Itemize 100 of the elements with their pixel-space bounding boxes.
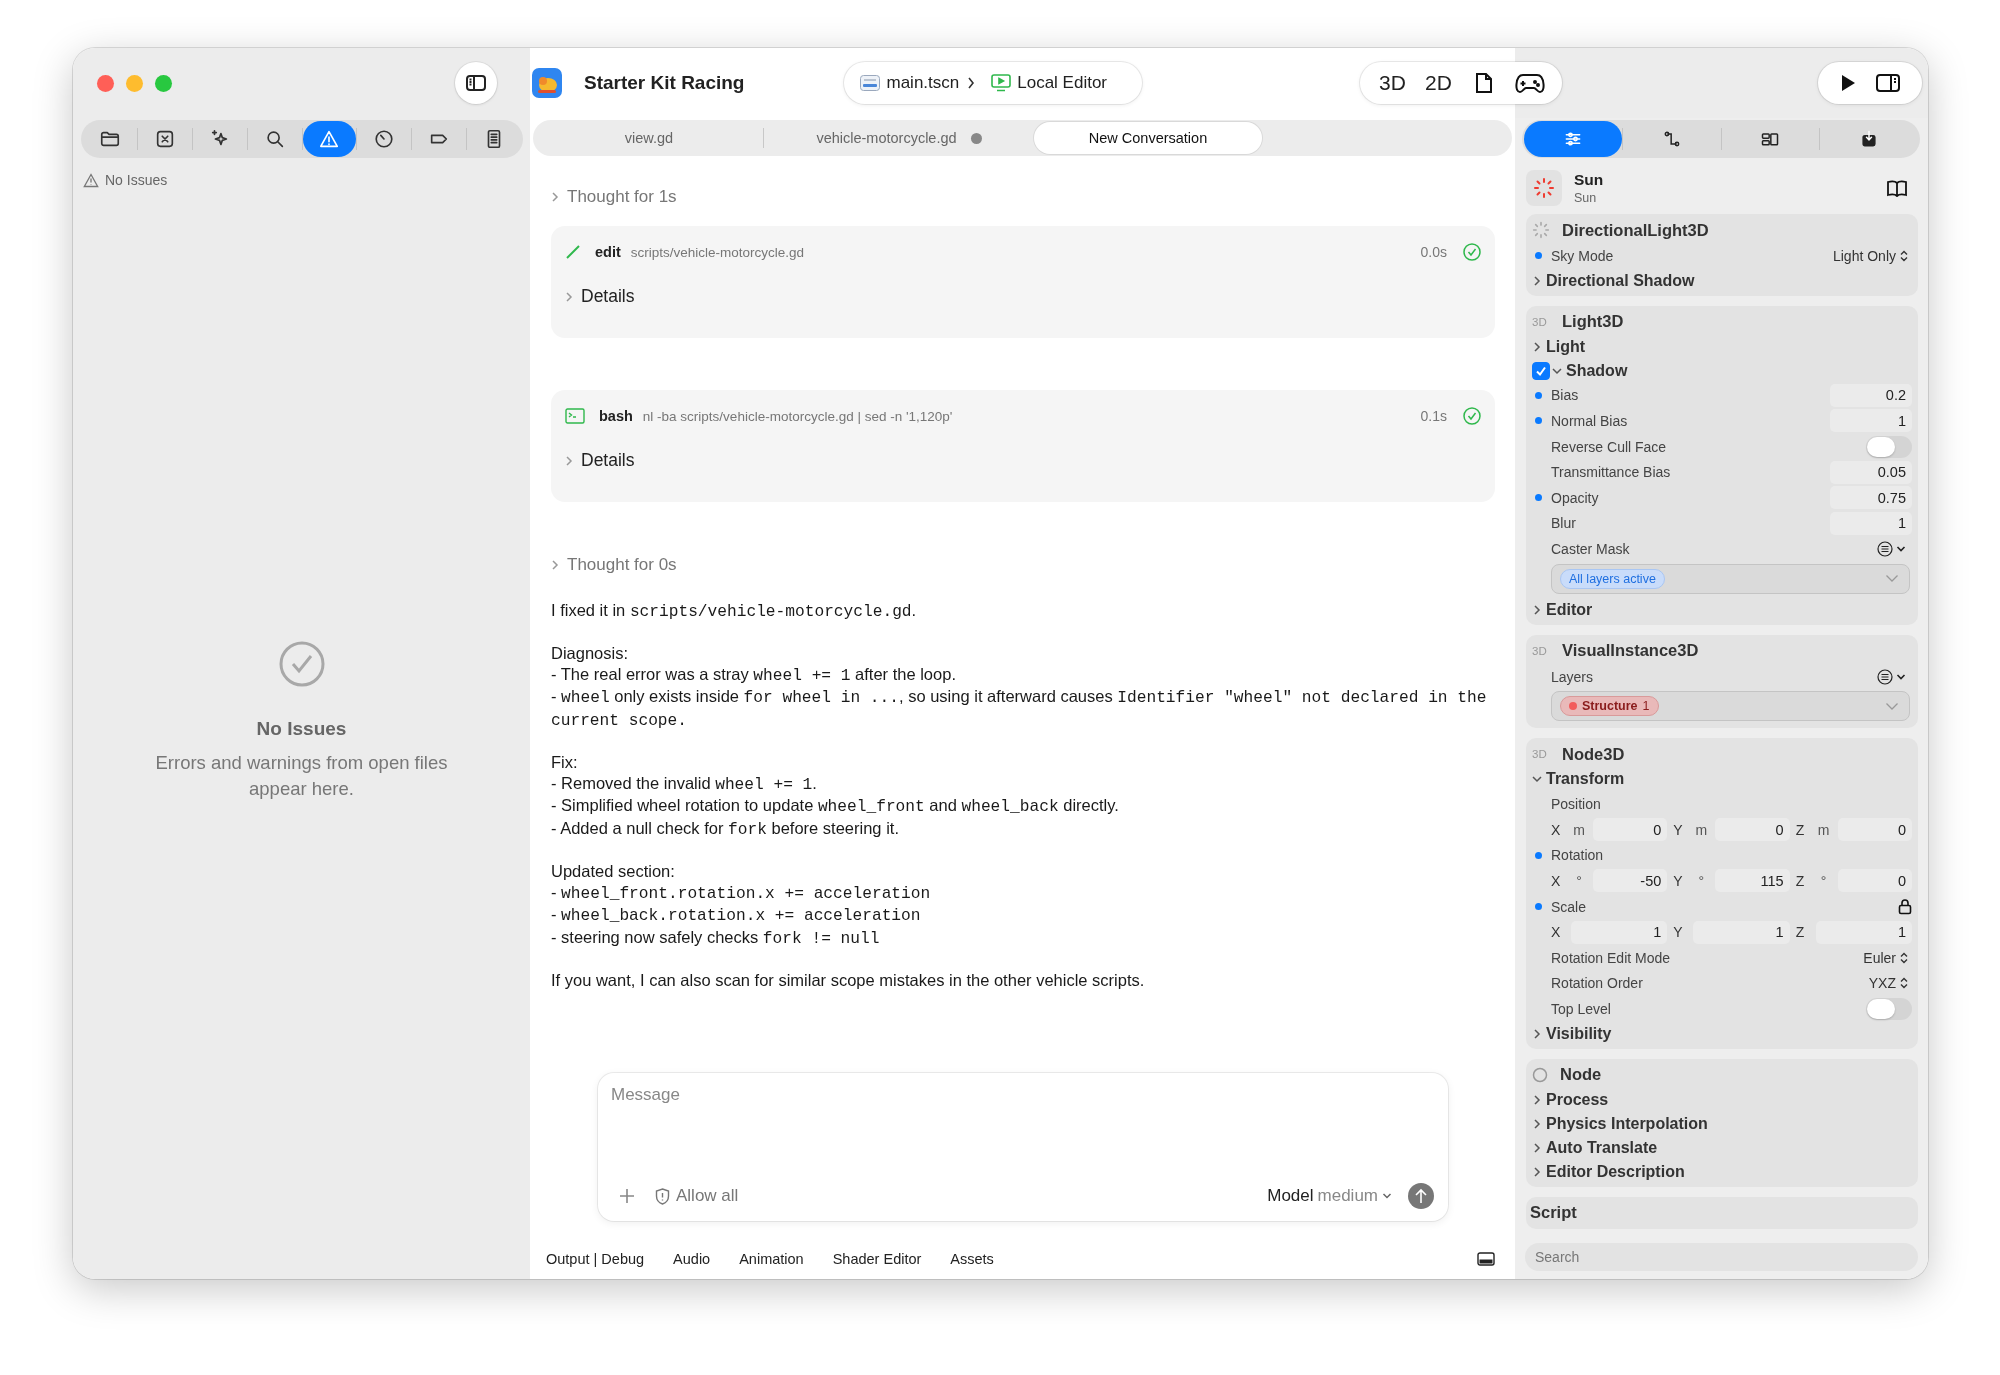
editor-tab[interactable]: New Conversation (1034, 122, 1262, 154)
chevron-right-icon (551, 191, 559, 203)
property-group[interactable]: Light (1546, 337, 1586, 356)
number-field[interactable]: 0 (1837, 869, 1912, 893)
search-field[interactable]: Search (1525, 1243, 1918, 1271)
layer-menu-button[interactable] (1877, 668, 1906, 685)
number-field[interactable]: 0.2 (1830, 383, 1912, 407)
axis-label: Y (1673, 872, 1684, 889)
property-group[interactable]: Editor Description (1546, 1162, 1685, 1181)
section-title: Script (1530, 1203, 1577, 1223)
layer-chip[interactable]: All layers active (1560, 568, 1665, 589)
property-label: Blur (1551, 515, 1576, 532)
unit-label: ° (1819, 872, 1828, 889)
play-button[interactable] (1839, 73, 1857, 93)
property-group[interactable]: Process (1546, 1090, 1609, 1109)
attach-button[interactable] (619, 1188, 635, 1204)
number-field[interactable]: 0.75 (1830, 486, 1912, 510)
app-icon (532, 68, 562, 98)
enum-picker[interactable]: Light Only (1832, 247, 1908, 264)
enum-picker[interactable]: Euler (1863, 949, 1908, 966)
up-down-icon (1900, 249, 1908, 262)
number-field[interactable]: -50 (1593, 869, 1668, 893)
send-button[interactable] (1408, 1183, 1434, 1209)
list-icon (1877, 540, 1893, 557)
axis-label: X (1551, 872, 1562, 889)
details-toggle[interactable]: Details (581, 450, 635, 471)
section-title: VisualInstance3D (1562, 641, 1699, 661)
message-line: - Added a null check for fork before steering it. (551, 817, 900, 841)
bottom-panel-tab[interactable]: Output | Debug (546, 1251, 645, 1267)
unit-label: m (1572, 821, 1586, 838)
number-field[interactable]: 1 (1815, 920, 1912, 944)
inspector-toggle-button[interactable] (1875, 72, 1901, 94)
property-label: Position (1551, 796, 1601, 813)
bottom-panel-tab[interactable]: Audio (673, 1251, 711, 1267)
message-input[interactable]: Message (611, 1085, 1434, 1183)
warning-icon (318, 128, 341, 150)
chevron-right-icon (967, 76, 976, 90)
section-title: DirectionalLight3D (1562, 220, 1709, 240)
close-button[interactable] (97, 74, 114, 92)
property-label: Normal Bias (1551, 413, 1628, 429)
view-button[interactable]: 3D (1372, 65, 1413, 101)
number-field[interactable]: 1 (1693, 920, 1790, 944)
toggle-switch[interactable] (1866, 435, 1912, 458)
tool-name: edit (595, 244, 621, 260)
scene-breadcrumb[interactable]: main.tscn (860, 73, 960, 93)
bottom-panel-tab[interactable]: Shader Editor (832, 1251, 922, 1267)
property-group[interactable]: Transform (1546, 770, 1625, 789)
message-line: - wheel_front.rotation.x += acceleration (551, 881, 932, 905)
property-label: Caster Mask (1551, 540, 1630, 557)
property-group[interactable]: Shadow (1566, 361, 1628, 380)
chevron-right-icon (551, 559, 559, 571)
number-field[interactable]: 0 (1715, 818, 1790, 842)
chevron-right-icon (565, 290, 573, 303)
lock-icon[interactable] (1898, 898, 1912, 915)
axis-label: Z (1795, 872, 1806, 889)
message-line: - wheel only exists inside for wheel in ..., so using it afterward causes Identifier "wheel" not declared in the current scope. (551, 686, 1488, 732)
number-field[interactable]: 0 (1593, 818, 1668, 842)
thought-toggle[interactable]: Thought for 1s (567, 187, 677, 207)
enum-picker[interactable]: YXZ (1868, 975, 1908, 992)
property-group[interactable]: Auto Translate (1546, 1138, 1658, 1157)
property-group[interactable]: Physics Interpolation (1546, 1114, 1708, 1133)
panel-bottom-icon[interactable] (1477, 1252, 1495, 1266)
view-button[interactable]: 2D (1418, 65, 1459, 101)
chevron-down-icon (1382, 1192, 1392, 1200)
model-picker[interactable]: Model medium (1267, 1186, 1392, 1206)
circle-icon (1532, 1066, 1548, 1083)
checkbox[interactable] (1532, 361, 1550, 380)
property-label: Bias (1551, 387, 1579, 404)
property-group[interactable]: Editor (1546, 600, 1593, 619)
layer-chip[interactable]: Structure 1 (1560, 696, 1659, 717)
dimension-label: 3D (1532, 644, 1548, 657)
local-editor-button[interactable]: Local Editor (991, 73, 1107, 93)
number-field[interactable]: 1 (1830, 511, 1912, 535)
number-field[interactable]: 1 (1830, 409, 1912, 433)
permission-button[interactable]: Allow all (655, 1186, 739, 1206)
chevron-right-icon (565, 454, 573, 467)
number-field[interactable]: 115 (1715, 869, 1790, 893)
toggle-switch[interactable] (1866, 997, 1912, 1020)
number-field[interactable]: 1 (1571, 920, 1668, 944)
checkmark-icon (1535, 364, 1547, 377)
number-field[interactable]: 0 (1837, 818, 1912, 842)
axis-label: X (1551, 924, 1562, 941)
play-icon (1839, 73, 1857, 93)
property-group[interactable]: Directional Shadow (1546, 271, 1695, 290)
property-group[interactable]: Visibility (1546, 1024, 1612, 1043)
terminal-icon (565, 408, 585, 424)
layer-menu-button[interactable] (1877, 540, 1906, 557)
bottom-panel-tab[interactable]: Assets (950, 1251, 994, 1267)
bottom-panel-tab[interactable]: Animation (739, 1251, 804, 1267)
layer-field[interactable]: Structure 1 (1551, 691, 1910, 722)
layer-field[interactable]: All layers active (1551, 563, 1910, 594)
details-toggle[interactable]: Details (581, 286, 635, 307)
book-icon[interactable] (1886, 179, 1908, 197)
editor-tab[interactable]: view.gd (535, 122, 763, 154)
thought-toggle[interactable]: Thought for 0s (567, 555, 677, 575)
editor-tab[interactable]: vehicle-motorcycle.gd (764, 122, 1034, 154)
sidebar-toggle-button[interactable] (455, 62, 497, 104)
unit-label: ° (1575, 872, 1583, 889)
axis-label: Z (1795, 924, 1806, 941)
number-field[interactable]: 0.05 (1830, 460, 1912, 484)
